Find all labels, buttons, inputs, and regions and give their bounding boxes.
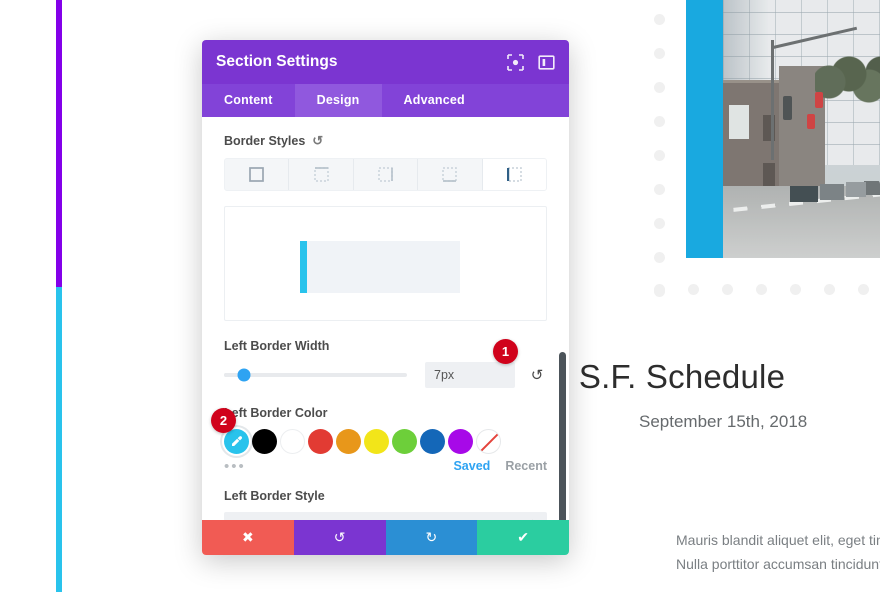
left-border-width-control: 7px ↺ bbox=[224, 362, 547, 388]
chevron-updown-icon: ▲▼ bbox=[528, 518, 537, 521]
step-badge-1: 1 bbox=[493, 339, 518, 364]
left-border-width-reset-icon[interactable]: ↺ bbox=[527, 366, 547, 384]
left-border-color-label: Left Border Color bbox=[224, 406, 328, 420]
cancel-button[interactable]: ✖ bbox=[202, 520, 294, 555]
dot bbox=[654, 116, 665, 127]
swatch-green[interactable] bbox=[392, 429, 417, 454]
modal-footer: ✖ ↺ ↻ ✔ bbox=[202, 520, 569, 555]
swatch-blue[interactable] bbox=[420, 429, 445, 454]
dot bbox=[654, 82, 665, 93]
dot bbox=[756, 284, 767, 295]
swatch-none[interactable] bbox=[476, 429, 501, 454]
preview-fill bbox=[300, 241, 460, 293]
border-bottom-button[interactable] bbox=[418, 159, 483, 190]
dot bbox=[790, 284, 801, 295]
modal-tabs: Content Design Advanced bbox=[202, 84, 569, 117]
slider-knob[interactable] bbox=[237, 368, 251, 382]
border-styles-reset-icon[interactable]: ↺ bbox=[312, 133, 323, 149]
border-preview bbox=[224, 206, 547, 321]
dot bbox=[654, 48, 665, 59]
border-top-button[interactable] bbox=[289, 159, 354, 190]
redo-button[interactable]: ↻ bbox=[385, 520, 478, 555]
page-paragraph-line-2: Nulla porttitor accumsan tinciduntLo bbox=[676, 556, 880, 572]
dot bbox=[688, 284, 699, 295]
modal-header: Section Settings bbox=[202, 40, 569, 84]
saved-palette-tab[interactable]: Saved bbox=[453, 459, 490, 473]
swatch-orange[interactable] bbox=[336, 429, 361, 454]
left-border-width-slider[interactable] bbox=[224, 368, 407, 382]
photo-cyan-bar bbox=[686, 0, 723, 258]
color-swatch-list bbox=[224, 429, 547, 454]
page-paragraph: Mauris blandit aliquet elit, eget tincid… bbox=[676, 528, 880, 576]
border-styles-label: Border Styles bbox=[224, 134, 306, 148]
left-border-width-value: 7px bbox=[434, 368, 455, 382]
hero-photo-block bbox=[686, 0, 880, 258]
dot-pattern-column bbox=[654, 14, 668, 298]
left-accent-bar-purple bbox=[56, 0, 62, 287]
dot bbox=[654, 14, 665, 25]
layout-toggle-icon[interactable] bbox=[538, 54, 555, 71]
undo-button[interactable]: ↺ bbox=[293, 520, 386, 555]
swatch-red[interactable] bbox=[308, 429, 333, 454]
page-date: September 15th, 2018 bbox=[639, 412, 808, 431]
tab-design[interactable]: Design bbox=[294, 84, 382, 117]
dot bbox=[722, 284, 733, 295]
dot bbox=[654, 184, 665, 195]
dot bbox=[824, 284, 835, 295]
eyedropper-swatch[interactable] bbox=[224, 429, 249, 454]
step-badge-2: 2 bbox=[211, 408, 236, 433]
modal-scrollbar[interactable] bbox=[559, 352, 566, 520]
dot bbox=[654, 252, 665, 263]
swatch-purple[interactable] bbox=[448, 429, 473, 454]
preview-left-border bbox=[300, 241, 307, 293]
border-left-button[interactable] bbox=[482, 159, 546, 190]
modal-title: Section Settings bbox=[216, 53, 338, 70]
street-photo bbox=[723, 0, 880, 258]
section-settings-modal: Section Settings Content Design Advanced… bbox=[202, 40, 569, 555]
dot bbox=[654, 284, 665, 295]
left-border-style-label: Left Border Style bbox=[224, 489, 325, 503]
border-all-button[interactable] bbox=[225, 159, 290, 190]
dot bbox=[654, 150, 665, 161]
left-border-style-value: Solid bbox=[234, 519, 262, 520]
border-styles-label-row: Border Styles ↺ bbox=[224, 133, 547, 149]
fullscreen-icon[interactable] bbox=[507, 53, 524, 71]
page-paragraph-line-1: Mauris blandit aliquet elit, eget tincid bbox=[676, 532, 880, 548]
swatch-yellow[interactable] bbox=[364, 429, 389, 454]
save-button[interactable]: ✔ bbox=[477, 520, 569, 555]
swatch-white[interactable] bbox=[280, 429, 305, 454]
modal-body: Border Styles ↺ Left Border Width 7px ↺ … bbox=[202, 117, 569, 520]
border-style-selector bbox=[224, 158, 547, 191]
dot-pattern-row bbox=[654, 284, 880, 298]
border-right-button[interactable] bbox=[354, 159, 419, 190]
dot bbox=[654, 218, 665, 229]
recent-palette-tab[interactable]: Recent bbox=[505, 459, 547, 473]
page-title: i S.F. Schedule bbox=[562, 358, 786, 395]
left-accent-bar-cyan bbox=[56, 287, 62, 592]
dot bbox=[858, 284, 869, 295]
left-border-width-input[interactable]: 7px bbox=[425, 362, 515, 388]
left-border-style-select[interactable]: Solid ▲▼ bbox=[224, 512, 547, 520]
tab-content[interactable]: Content bbox=[202, 84, 295, 117]
screenshot-root: i S.F. Schedule September 15th, 2018 Mau… bbox=[0, 0, 880, 592]
tab-advanced[interactable]: Advanced bbox=[382, 84, 487, 117]
palette-tabs: Saved Recent bbox=[224, 459, 547, 473]
swatch-black[interactable] bbox=[252, 429, 277, 454]
